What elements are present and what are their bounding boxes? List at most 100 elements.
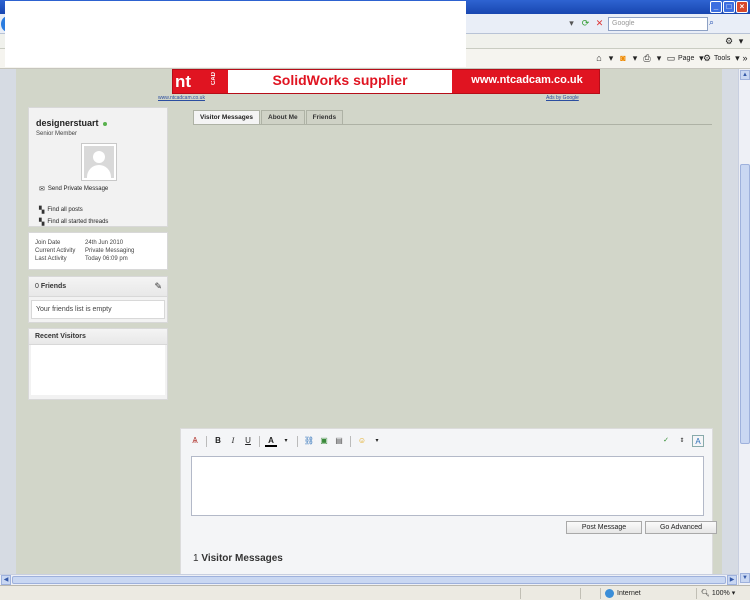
vertical-scrollbar[interactable]: ▲ ▼ <box>738 69 750 585</box>
visitor-messages-title: Visitor Messages <box>201 553 283 564</box>
ads-by-google-link[interactable]: Ads by Google <box>546 95 579 101</box>
close-window-button[interactable]: × <box>736 1 748 13</box>
tab-about-me[interactable]: About Me <box>261 110 305 124</box>
security-zone: Internet <box>600 588 641 599</box>
info-key: Last Activity <box>35 256 67 262</box>
resize-arrows-icon[interactable]: ⇕ <box>676 435 688 447</box>
info-value: Today 06:09 pm <box>85 256 128 262</box>
page-menu-label: Page <box>678 54 695 62</box>
zoom-icon: 🔍︎ <box>701 590 710 597</box>
italic-button[interactable]: I <box>227 435 239 447</box>
user-title: Senior Member <box>36 131 78 137</box>
print-icon[interactable]: ⎙ ▾ <box>642 53 664 63</box>
default-avatar-icon <box>84 146 114 178</box>
maximize-button[interactable]: □ <box>723 1 735 13</box>
underline-button[interactable]: U <box>242 435 254 447</box>
visitor-message-editor: Ѧ B I U A ▾ ⛓ ▣ ▤ ☺ ▾ ✓ ⇕ A Post Message… <box>180 428 717 585</box>
message-textarea[interactable] <box>191 456 704 516</box>
profile-card: designerstuart Senior Member ✉ Send Priva… <box>28 107 168 227</box>
scroll-down-icon[interactable]: ▼ <box>740 573 750 583</box>
insert-link-icon[interactable]: ⛓ <box>303 435 315 447</box>
toolbar-separator <box>259 435 260 447</box>
tools-menu-label: Tools <box>714 54 731 62</box>
envelope-icon: ✉ <box>39 186 45 193</box>
banner-brand-sub: CAD <box>211 72 217 85</box>
vertical-scroll-thumb[interactable] <box>740 164 750 444</box>
tab-divider <box>193 124 712 125</box>
chevron-down-icon[interactable]: ▾ <box>280 435 292 447</box>
avatar <box>81 143 117 181</box>
info-value: Private Messaging <box>85 248 135 254</box>
go-advanced-button[interactable]: Go Advanced <box>645 521 717 534</box>
post-message-button[interactable]: Post Message <box>566 521 642 534</box>
feeds-icon[interactable]: ◙ ▾ <box>618 53 640 63</box>
find-posts-label: Find all posts <box>47 207 83 213</box>
redacted-region <box>5 1 466 67</box>
banner-url: www.ntcadcam.co.uk <box>471 74 583 86</box>
insert-video-icon[interactable]: ▤ <box>333 435 345 447</box>
refresh-icon[interactable]: ⟳ <box>580 18 591 29</box>
scroll-right-icon[interactable]: ▶ <box>727 575 737 585</box>
find-all-posts-link[interactable]: ▚ Find all posts <box>39 206 83 214</box>
ad-small-url[interactable]: www.ntcadcam.co.uk <box>158 95 205 101</box>
scroll-left-icon[interactable]: ◀ <box>1 575 11 585</box>
username-text: designerstuart <box>36 118 99 128</box>
window-controls: _ □ × <box>710 1 748 13</box>
tab-visitor-messages[interactable]: Visitor Messages <box>193 110 260 124</box>
settings-gear-icon[interactable]: ⚙ ▾ <box>724 36 746 46</box>
stop-icon[interactable]: ✕ <box>594 18 605 29</box>
horizontal-scrollbar[interactable]: ◀ ▶ <box>0 574 738 585</box>
switch-editor-mode-icon[interactable]: A <box>692 435 704 447</box>
pencil-icon[interactable]: ✎ <box>154 281 162 292</box>
recent-visitors-body <box>31 345 165 395</box>
search-input[interactable]: Google <box>608 17 708 31</box>
threads-icon: ▚ <box>39 219 45 226</box>
visitor-messages-heading: 1 Visitor Messages <box>193 553 283 564</box>
recent-visitors-title: Recent Visitors <box>35 333 86 340</box>
horizontal-scroll-thumb[interactable] <box>12 576 726 584</box>
home-icon[interactable]: ⌂ ▾ <box>594 53 616 63</box>
posts-icon: ▚ <box>39 207 45 214</box>
zoom-control[interactable]: 🔍︎ 100% ▾ <box>696 588 735 599</box>
info-row: Join Date 24th Jun 2010 <box>35 239 161 247</box>
info-key: Join Date <box>35 240 61 246</box>
info-row: Current Activity Private Messaging <box>35 247 161 255</box>
font-color-button[interactable]: A <box>265 435 277 447</box>
tools-menu[interactable]: ⚙ Tools ▾ <box>702 53 742 63</box>
status-segment <box>580 588 585 599</box>
dropdown-arrow-icon[interactable]: ▾ <box>566 18 577 29</box>
info-value: 24th Jun 2010 <box>85 240 124 246</box>
scroll-up-icon[interactable]: ▲ <box>740 70 750 80</box>
bold-button[interactable]: B <box>212 435 224 447</box>
search-icon[interactable]: ⌕ <box>709 17 721 31</box>
recent-visitors-header: Recent Visitors <box>29 329 167 345</box>
globe-icon <box>605 589 614 598</box>
chevron-down-icon[interactable]: ▾ <box>371 435 383 447</box>
insert-image-icon[interactable]: ▣ <box>318 435 330 447</box>
zone-label: Internet <box>617 590 641 597</box>
page-menu[interactable]: ▭ Page ▾ <box>666 53 706 63</box>
smilies-icon[interactable]: ☺ <box>356 435 368 447</box>
editor-toolbar-right: ✓ ⇕ A <box>660 435 704 447</box>
online-status-icon <box>102 121 107 126</box>
spellcheck-icon[interactable]: ✓ <box>660 435 672 447</box>
page-content: nt CAD SolidWorks supplier www.ntcadcam.… <box>16 69 722 585</box>
find-all-threads-link[interactable]: ▚ Find all started threads <box>39 218 108 226</box>
member-info: Join Date 24th Jun 2010 Current Activity P… <box>28 232 168 270</box>
tools-gear-icon: ⚙ <box>702 53 712 63</box>
friends-count: 0 <box>35 283 39 290</box>
visitor-messages-count: 1 <box>193 553 199 564</box>
find-threads-label: Find all started threads <box>47 219 109 225</box>
friends-empty-text: Your friends list is empty <box>31 300 165 319</box>
chevron-right-icon[interactable]: » <box>740 53 750 63</box>
friends-title: 0 Friends <box>35 283 66 290</box>
send-private-message-link[interactable]: ✉ Send Private Message <box>39 185 108 193</box>
banner-ad[interactable]: nt CAD SolidWorks supplier www.ntcadcam.… <box>172 69 600 94</box>
toolbar-separator <box>297 435 298 447</box>
toolbar-separator <box>206 435 207 447</box>
remove-format-icon[interactable]: Ѧ <box>189 435 201 447</box>
minimize-button[interactable]: _ <box>710 1 722 13</box>
banner-tagline: SolidWorks supplier <box>228 70 452 93</box>
tab-friends[interactable]: Friends <box>305 110 344 124</box>
status-segment <box>520 588 525 599</box>
